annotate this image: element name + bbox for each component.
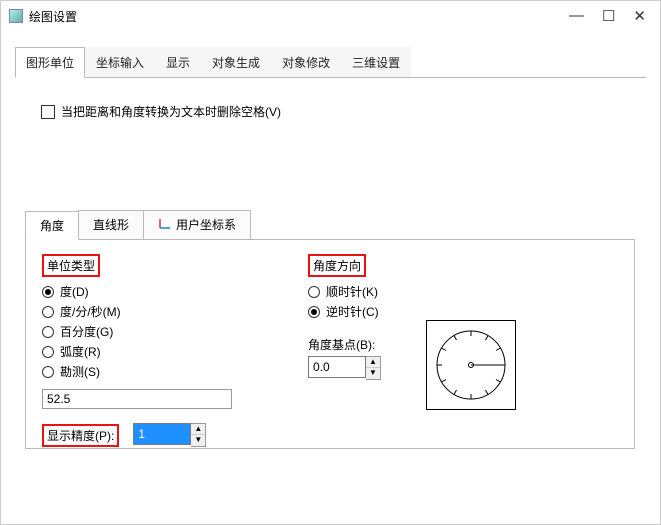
checkbox-icon[interactable] xyxy=(41,105,55,119)
base-point-input[interactable] xyxy=(308,356,366,378)
unit-type-label: 单位类型 xyxy=(42,254,100,277)
radio-icon xyxy=(42,346,54,358)
spin-down-icon: ▼ xyxy=(191,435,205,446)
window-title: 绘图设置 xyxy=(29,8,569,25)
subtab-ucs[interactable]: 用户坐标系 xyxy=(143,210,251,239)
tab-3d-settings[interactable]: 三维设置 xyxy=(341,47,411,78)
minimize-button[interactable]: — xyxy=(569,7,584,25)
clock-preview xyxy=(426,320,516,410)
radio-degree[interactable]: 度(D) xyxy=(42,283,282,300)
app-icon xyxy=(9,9,23,23)
angle-panel: 单位类型 度(D) 度/分/秒(M) 百分度(G) 弧度(R) 勘测(S) 显示… xyxy=(25,239,635,449)
radio-counterclockwise[interactable]: 逆时针(C) xyxy=(308,303,618,320)
close-button[interactable]: ✕ xyxy=(633,7,646,25)
maximize-button[interactable]: ☐ xyxy=(602,7,615,25)
base-point-label: 角度基点(B): xyxy=(308,336,375,353)
clock-icon xyxy=(431,325,511,405)
remove-spaces-checkbox-row[interactable]: 当把距离和角度转换为文本时删除空格(V) xyxy=(41,103,632,120)
radio-radian[interactable]: 弧度(R) xyxy=(42,343,282,360)
radio-icon xyxy=(308,306,320,318)
radio-icon xyxy=(42,286,54,298)
angle-direction-radios: 顺时针(K) 逆时针(C) xyxy=(308,283,618,320)
display-precision-input[interactable] xyxy=(133,423,191,445)
sub-tabbar: 角度 直线形 用户坐标系 xyxy=(25,210,632,239)
radio-survey[interactable]: 勘测(S) xyxy=(42,363,282,380)
basepoint-spinner[interactable]: ▲▼ xyxy=(366,356,381,380)
radio-grad[interactable]: 百分度(G) xyxy=(42,323,282,340)
subtab-linear[interactable]: 直线形 xyxy=(78,210,144,239)
window: 绘图设置 — ☐ ✕ 图形单位 坐标输入 显示 对象生成 对象修改 三维设置 当… xyxy=(0,0,661,525)
tab-display[interactable]: 显示 xyxy=(155,47,201,78)
unit-value-field[interactable] xyxy=(42,389,232,409)
radio-icon xyxy=(308,286,320,298)
spin-up-icon: ▲ xyxy=(191,424,205,435)
spin-down-icon: ▼ xyxy=(366,368,380,379)
angle-direction-label: 角度方向 xyxy=(308,254,366,277)
radio-icon xyxy=(42,326,54,338)
precision-spinner[interactable]: ▲▼ xyxy=(191,423,206,447)
radio-dms[interactable]: 度/分/秒(M) xyxy=(42,303,282,320)
remove-spaces-label: 当把距离和角度转换为文本时删除空格(V) xyxy=(61,103,281,120)
tab-graphic-units[interactable]: 图形单位 xyxy=(15,47,85,78)
subtab-angle[interactable]: 角度 xyxy=(25,211,79,240)
display-precision-label: 显示精度(P): xyxy=(42,424,119,447)
titlebar: 绘图设置 — ☐ ✕ xyxy=(1,1,660,31)
tab-coord-input[interactable]: 坐标输入 xyxy=(85,47,155,78)
main-tabbar: 图形单位 坐标输入 显示 对象生成 对象修改 三维设置 xyxy=(1,47,660,78)
radio-clockwise[interactable]: 顺时针(K) xyxy=(308,283,618,300)
unit-type-radios: 度(D) 度/分/秒(M) 百分度(G) 弧度(R) 勘测(S) xyxy=(42,283,282,380)
ucs-icon xyxy=(158,218,172,233)
radio-icon xyxy=(42,306,54,318)
tab-object-modify[interactable]: 对象修改 xyxy=(271,47,341,78)
tab-object-create[interactable]: 对象生成 xyxy=(201,47,271,78)
radio-icon xyxy=(42,366,54,378)
spin-up-icon: ▲ xyxy=(366,357,380,368)
